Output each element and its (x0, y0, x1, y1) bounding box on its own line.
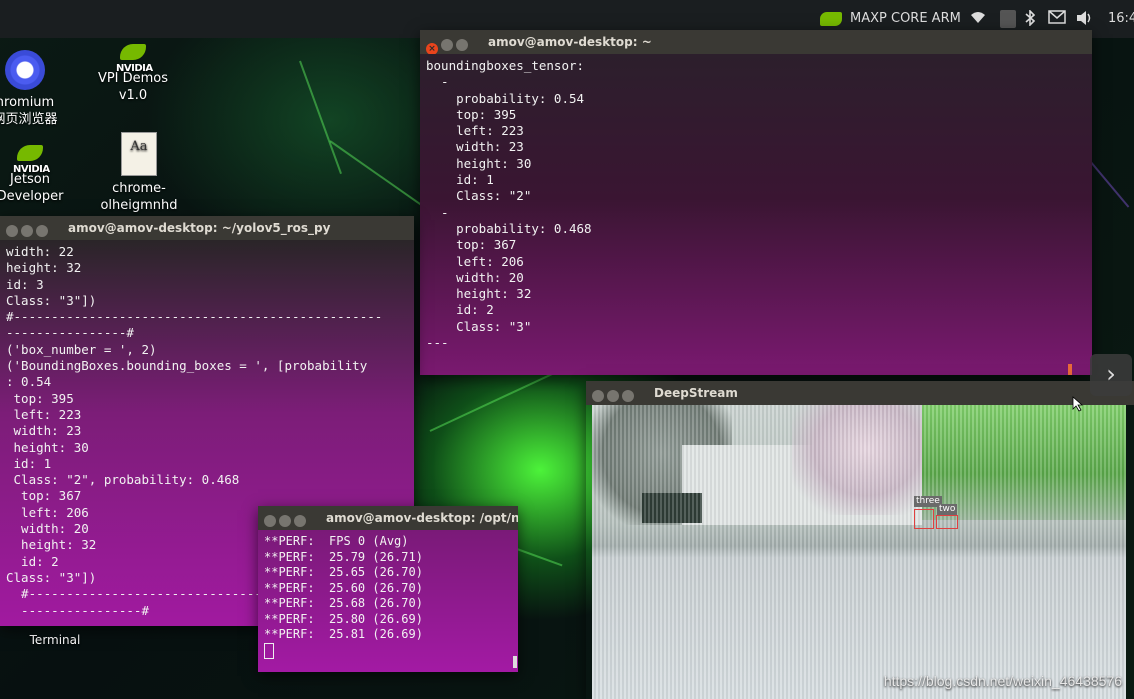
window-titlebar[interactable]: amov@amov-desktop: ~/yolov5_ros_py (0, 216, 414, 240)
maximize-button[interactable] (622, 390, 634, 402)
watermark: https://blog.csdn.net/weixin_46438576 (883, 673, 1122, 689)
window-titlebar[interactable]: amov@amov-desktop: /opt/n (258, 506, 518, 530)
keyboard-icon[interactable] (1000, 10, 1016, 28)
detection-box (936, 515, 958, 529)
window-titlebar[interactable]: DeepStream (586, 381, 1134, 405)
window-title: amov@amov-desktop: /opt/n (326, 511, 518, 525)
desktop-icon-vpi-demos[interactable]: NVIDIA VPI Demos v1.0 (78, 44, 188, 104)
window-title: amov@amov-desktop: ~/yolov5_ros_py (68, 221, 331, 235)
desktop-icon-chromium[interactable]: hromium 网页浏览器 (0, 50, 80, 128)
volume-icon[interactable] (1076, 10, 1094, 28)
detection-box (914, 509, 934, 529)
bluetooth-icon[interactable] (1025, 9, 1036, 28)
nvidia-icon: NVIDIA (116, 44, 153, 74)
minimize-button[interactable] (441, 39, 453, 51)
window-titlebar[interactable]: × amov@amov-desktop: ~ (420, 30, 1092, 55)
desktop-icon-label: hromium 网页浏览器 (0, 95, 58, 127)
terminal-window-deepstream-perf[interactable]: amov@amov-desktop: /opt/n **PERF: FPS 0 … (258, 506, 518, 672)
chromium-icon (5, 50, 45, 90)
terminal-scrollbar[interactable] (513, 656, 517, 668)
terminal-cursor (264, 642, 274, 659)
nvidia-icon (820, 11, 842, 26)
terminal-window-home[interactable]: × amov@amov-desktop: ~ boundingboxes_ten… (420, 30, 1092, 375)
window-title: amov@amov-desktop: ~ (488, 35, 652, 49)
minimize-button[interactable] (279, 515, 291, 527)
nvidia-icon: NVIDIA (13, 145, 50, 175)
mail-icon[interactable] (1048, 10, 1066, 28)
nvidia-power-mode-indicator[interactable]: MAXP CORE ARM (820, 10, 961, 28)
maximize-button[interactable] (456, 39, 468, 51)
desktop-icon-chrome-file[interactable]: Aa chrome- olheigmnhd (84, 132, 194, 214)
desktop-icon-jetson-developer[interactable]: NVIDIA Jetson Developer (0, 145, 85, 205)
minimize-button[interactable] (21, 225, 33, 237)
terminal-output[interactable]: boundingboxes_tensor: - probability: 0.5… (420, 54, 1092, 375)
maximize-button[interactable] (36, 225, 48, 237)
power-mode-label: MAXP CORE ARM (850, 11, 961, 26)
window-title: DeepStream (654, 386, 738, 400)
close-button[interactable] (264, 515, 276, 527)
detection-label: two (937, 504, 958, 515)
maximize-button[interactable] (294, 515, 306, 527)
close-button[interactable] (6, 225, 18, 237)
mouse-pointer-icon (1072, 396, 1084, 412)
font-file-icon: Aa (121, 132, 157, 176)
next-arrow-button[interactable]: › (1090, 354, 1132, 396)
video-frame[interactable]: three two (592, 405, 1126, 699)
wifi-icon[interactable] (970, 10, 986, 28)
close-button[interactable] (592, 390, 604, 402)
deepstream-window[interactable]: DeepStream three two (586, 381, 1134, 699)
desktop-icon-label: chrome- olheigmnhd (100, 181, 178, 213)
video-noise (592, 405, 1126, 699)
perf-output: **PERF: FPS 0 (Avg) **PERF: 25.79 (26.71… (264, 534, 423, 641)
terminal-output[interactable]: **PERF: FPS 0 (Avg) **PERF: 25.79 (26.71… (258, 530, 518, 672)
clock[interactable]: 16:4 (1108, 10, 1134, 28)
minimize-button[interactable] (607, 390, 619, 402)
terminal-scrollbar[interactable] (1068, 364, 1072, 375)
